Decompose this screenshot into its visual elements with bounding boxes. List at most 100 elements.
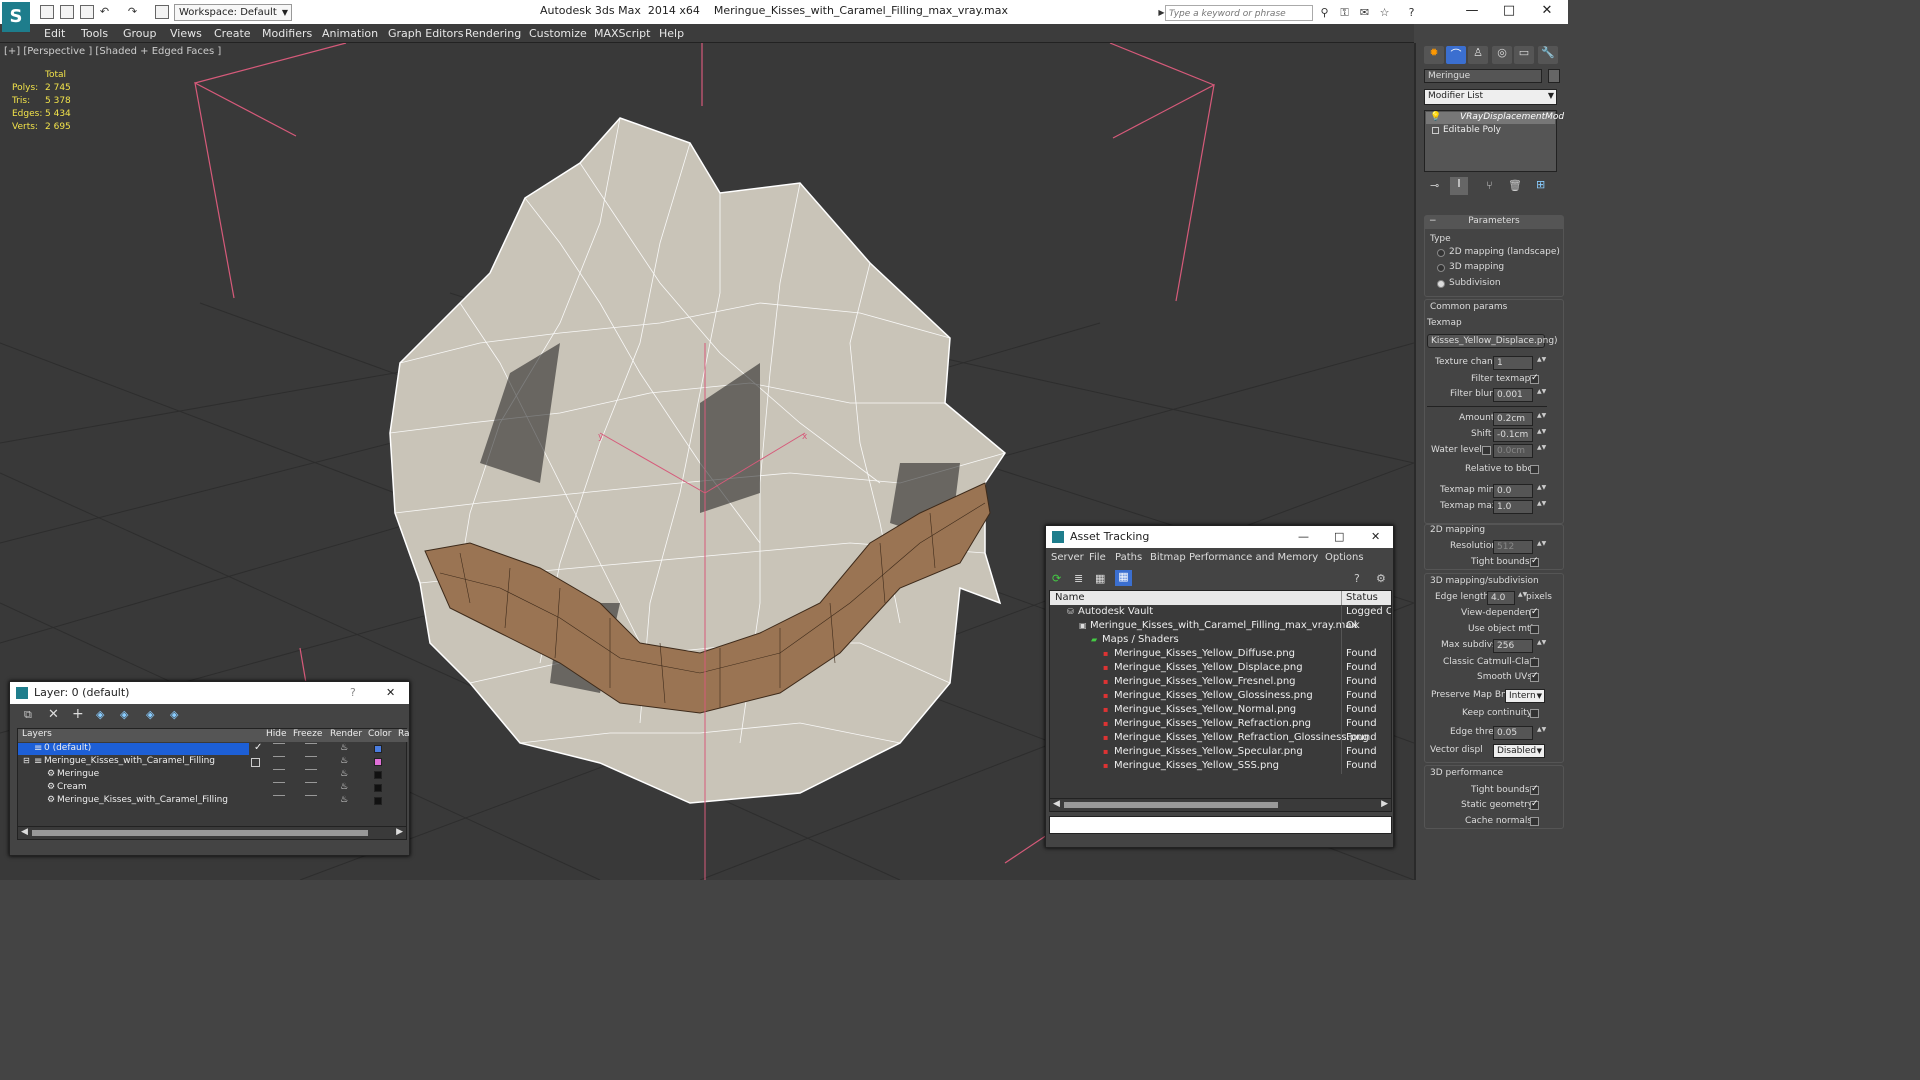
maximize-button[interactable]: □	[1492, 2, 1526, 20]
spinner-icon[interactable]: ▲▼	[1537, 412, 1546, 426]
stack-item[interactable]: 💡 VRayDisplacementMod	[1426, 112, 1564, 124]
col-color[interactable]: Color	[368, 729, 392, 739]
search-field[interactable]	[1165, 5, 1313, 21]
spinner-icon[interactable]: ▲▼	[1537, 639, 1546, 653]
make-unique-icon[interactable]: ⑂	[1486, 179, 1493, 192]
layer-row[interactable]: ⊟ ≡ Meringue_Kisses_with_Caramel_Filling…	[18, 756, 406, 770]
current-layer-box[interactable]	[251, 758, 260, 767]
delete-layer-icon[interactable]: ✕	[48, 707, 59, 722]
menu-help[interactable]: Help	[659, 27, 684, 40]
asset-row[interactable]: ▪ Meringue_Kisses_Yellow_Refraction.png Fo…	[1050, 718, 1391, 732]
minimize-button[interactable]: —	[1455, 2, 1489, 20]
remove-modifier-icon[interactable]: 🗑	[1508, 179, 1522, 192]
save-file-icon[interactable]	[80, 5, 94, 19]
asset-row[interactable]: ⛁ Autodesk Vault Logged Ou	[1050, 606, 1391, 620]
spinner-icon[interactable]: ▲▼	[1537, 500, 1546, 514]
hide-toggle[interactable]	[273, 769, 285, 770]
freeze-toggle[interactable]	[305, 795, 317, 796]
shift-input[interactable]: -0.1cm	[1493, 428, 1533, 442]
asset-row[interactable]: ▪ Meringue_Kisses_Yellow_Refraction_Gloss…	[1050, 732, 1391, 746]
smooth-uvs-checkbox[interactable]	[1530, 671, 1539, 682]
spinner-icon[interactable]: ▲▼	[1537, 388, 1546, 402]
asset-row[interactable]: ▪ Meringue_Kisses_Yellow_Diffuse.png Found	[1050, 648, 1391, 662]
layer-color-swatch[interactable]	[374, 745, 382, 753]
hide-toggle[interactable]	[273, 756, 285, 757]
table-view-icon[interactable]: ▦	[1115, 570, 1132, 586]
asset-row[interactable]: ▪ Meringue_Kisses_Yellow_Glossiness.png Fo…	[1050, 690, 1391, 704]
spinner-icon[interactable]: ▲▼	[1537, 356, 1546, 370]
texmap-min-input[interactable]: 0.0	[1493, 484, 1533, 498]
pin-stack-icon[interactable]: ⊸	[1430, 179, 1439, 192]
spinner-icon[interactable]: ▲▼	[1537, 428, 1546, 442]
radio-2d-mapping[interactable]	[1437, 249, 1445, 257]
layer-color-swatch[interactable]	[374, 784, 382, 792]
communication-icon[interactable]: ✉	[1358, 6, 1371, 19]
edge-length-input[interactable]: 4.0	[1487, 591, 1515, 605]
help-button[interactable]: ?	[350, 682, 356, 704]
maximize-button[interactable]: □	[1334, 526, 1344, 548]
asset-row[interactable]: ▪ Meringue_Kisses_Yellow_SSS.png Found	[1050, 760, 1391, 774]
max-subdivs-input[interactable]: 256	[1493, 639, 1533, 653]
scroll-thumb[interactable]	[32, 830, 368, 836]
spinner-icon[interactable]: ▲▼	[1537, 484, 1546, 498]
freeze-all-icon[interactable]: ◈	[170, 708, 178, 721]
render-teapot-icon[interactable]: ♨	[340, 782, 348, 792]
asset-menu-file[interactable]: File	[1089, 552, 1106, 563]
thumbnail-view-icon[interactable]: ▦	[1095, 572, 1105, 585]
create-tab-icon[interactable]: ✹	[1424, 46, 1444, 64]
spinner-icon[interactable]: ▲▼	[1537, 726, 1546, 740]
preserve-map-dropdown[interactable]: Intern ▼	[1505, 689, 1545, 703]
layer-row[interactable]: ≡ 0 (default) ✓ ♨	[18, 742, 406, 757]
layer-color-swatch[interactable]	[374, 771, 382, 779]
app-logo-icon[interactable]: S	[2, 2, 30, 32]
texmap-button[interactable]: Kisses_Yellow_Displace.png)	[1427, 334, 1558, 348]
asset-window-titlebar[interactable]: Asset Tracking — □ ✕	[1046, 526, 1393, 548]
menu-rendering[interactable]: Rendering	[465, 27, 521, 40]
filter-blur-input[interactable]: 0.001	[1493, 388, 1533, 402]
tight-bounds-2d-checkbox[interactable]	[1530, 556, 1539, 567]
configure-sets-icon[interactable]: ⊞	[1536, 178, 1545, 191]
collapse-icon[interactable]: ⊟	[23, 756, 30, 765]
collapse-minus-icon[interactable]: −	[1429, 216, 1437, 226]
render-teapot-icon[interactable]: ♨	[340, 756, 348, 766]
layer-row[interactable]: ⚙ Meringue ♨	[18, 769, 406, 783]
menu-group[interactable]: Group	[123, 27, 157, 40]
scroll-left-icon[interactable]: ◀	[1053, 799, 1060, 809]
project-folder-icon[interactable]	[155, 5, 169, 19]
stack-item[interactable]: Editable Poly	[1426, 125, 1555, 137]
col-render[interactable]: Render	[330, 729, 362, 739]
asset-menu-options[interactable]: Options	[1325, 552, 1364, 563]
create-layer-icon[interactable]: ⧉	[24, 708, 32, 722]
col-radiosity[interactable]: Ra	[398, 729, 410, 739]
workspace-dropdown[interactable]: Workspace: Default ▼	[174, 4, 292, 21]
asset-row[interactable]: ▪ Meringue_Kisses_Yellow_Fresnel.png Found	[1050, 676, 1391, 690]
col-freeze[interactable]: Freeze	[293, 729, 322, 739]
filter-texmap-checkbox[interactable]	[1530, 373, 1539, 384]
amount-input[interactable]: 0.2cm	[1493, 412, 1533, 426]
settings-icon[interactable]: ⚙	[1376, 572, 1386, 585]
asset-row[interactable]: ▪ Meringue_Kisses_Yellow_Specular.png Foun…	[1050, 746, 1391, 760]
add-to-layer-icon[interactable]: +	[72, 706, 84, 722]
vector-displ-dropdown[interactable]: Disabled ▼	[1493, 744, 1545, 758]
asset-menu-server[interactable]: Server	[1051, 552, 1084, 563]
list-view-icon[interactable]: ≣	[1074, 572, 1083, 585]
water-level-checkbox[interactable]	[1482, 446, 1491, 455]
static-geometry-checkbox[interactable]	[1530, 799, 1539, 810]
layer-color-swatch[interactable]	[374, 797, 382, 805]
water-level-input[interactable]: 0.0cm	[1493, 444, 1533, 458]
menu-customize[interactable]: Customize	[529, 27, 587, 40]
use-object-mtl-checkbox[interactable]	[1530, 625, 1539, 634]
refresh-icon[interactable]: ⟳	[1052, 572, 1061, 585]
spinner-icon[interactable]: ▲▼	[1518, 591, 1527, 605]
rollout-header[interactable]: − Parameters	[1425, 216, 1563, 229]
hide-all-icon[interactable]: ◈	[146, 708, 154, 721]
freeze-toggle[interactable]	[305, 743, 317, 744]
layer-row[interactable]: ⚙ Cream ♨	[18, 782, 406, 796]
view-dependent-checkbox[interactable]	[1530, 607, 1539, 618]
display-tab-icon[interactable]: ▭	[1514, 46, 1534, 64]
menu-create[interactable]: Create	[214, 27, 251, 40]
viewport-label[interactable]: [+] [Perspective ] [Shaded + Edged Faces…	[4, 46, 221, 57]
texmap-max-input[interactable]: 1.0	[1493, 500, 1533, 514]
scroll-thumb[interactable]	[1064, 802, 1278, 808]
layer-row[interactable]: ⚙ Meringue_Kisses_with_Caramel_Filling ♨	[18, 795, 406, 809]
